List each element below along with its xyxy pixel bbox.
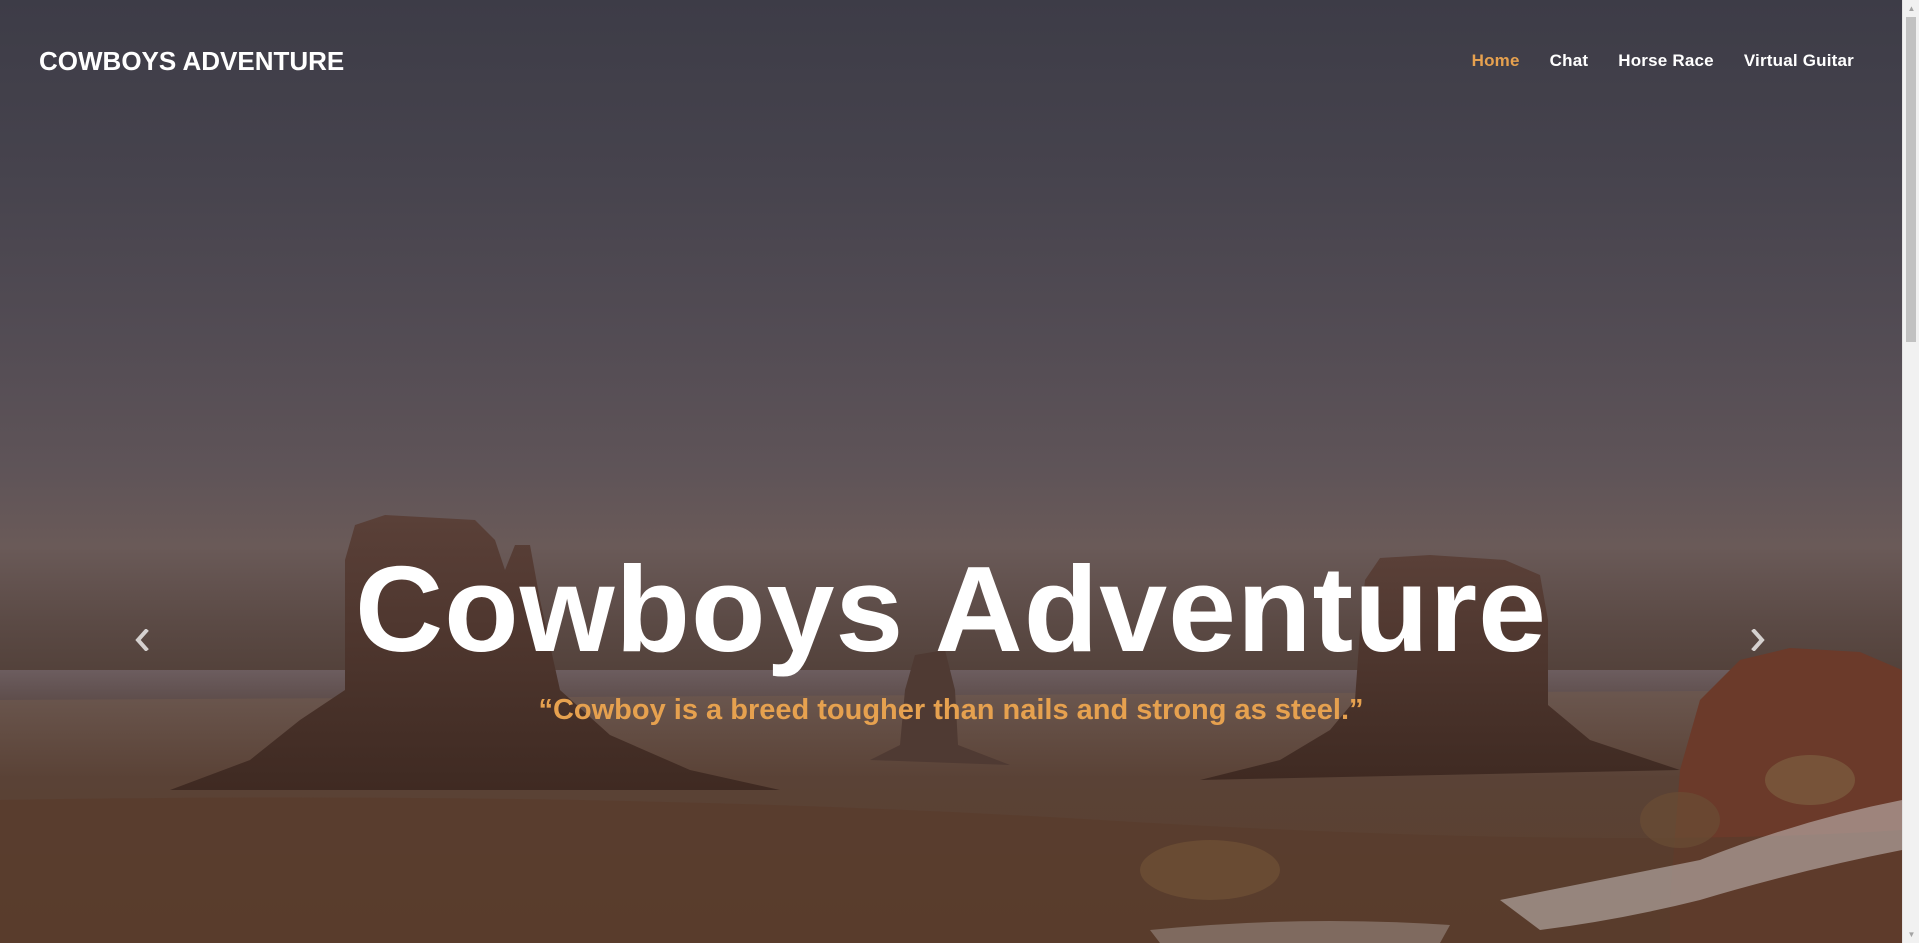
top-navigation-bar: COWBOYS ADVENTURE Home Chat Horse Race V… bbox=[0, 0, 1902, 122]
nav-item-virtual-guitar[interactable]: Virtual Guitar bbox=[1744, 51, 1854, 71]
nav-item-home[interactable]: Home bbox=[1472, 51, 1520, 71]
page-scrollbar[interactable]: ▲ ▼ bbox=[1902, 0, 1919, 943]
scroll-down-arrow-icon[interactable]: ▼ bbox=[1903, 926, 1919, 943]
hero-slide bbox=[0, 0, 1902, 943]
scrollbar-thumb[interactable] bbox=[1906, 17, 1916, 342]
scroll-up-arrow-icon[interactable]: ▲ bbox=[1903, 0, 1919, 17]
nav-item-chat[interactable]: Chat bbox=[1550, 51, 1589, 71]
desert-landscape-background bbox=[0, 515, 1902, 943]
main-nav: Home Chat Horse Race Virtual Guitar bbox=[1442, 51, 1854, 71]
hero-title: Cowboys Adventure bbox=[355, 541, 1547, 677]
hero-quote: “Cowboy is a breed tougher than nails an… bbox=[538, 694, 1364, 726]
nav-item-horse-race[interactable]: Horse Race bbox=[1618, 51, 1714, 71]
brand-logo-link[interactable]: COWBOYS ADVENTURE bbox=[39, 46, 344, 77]
